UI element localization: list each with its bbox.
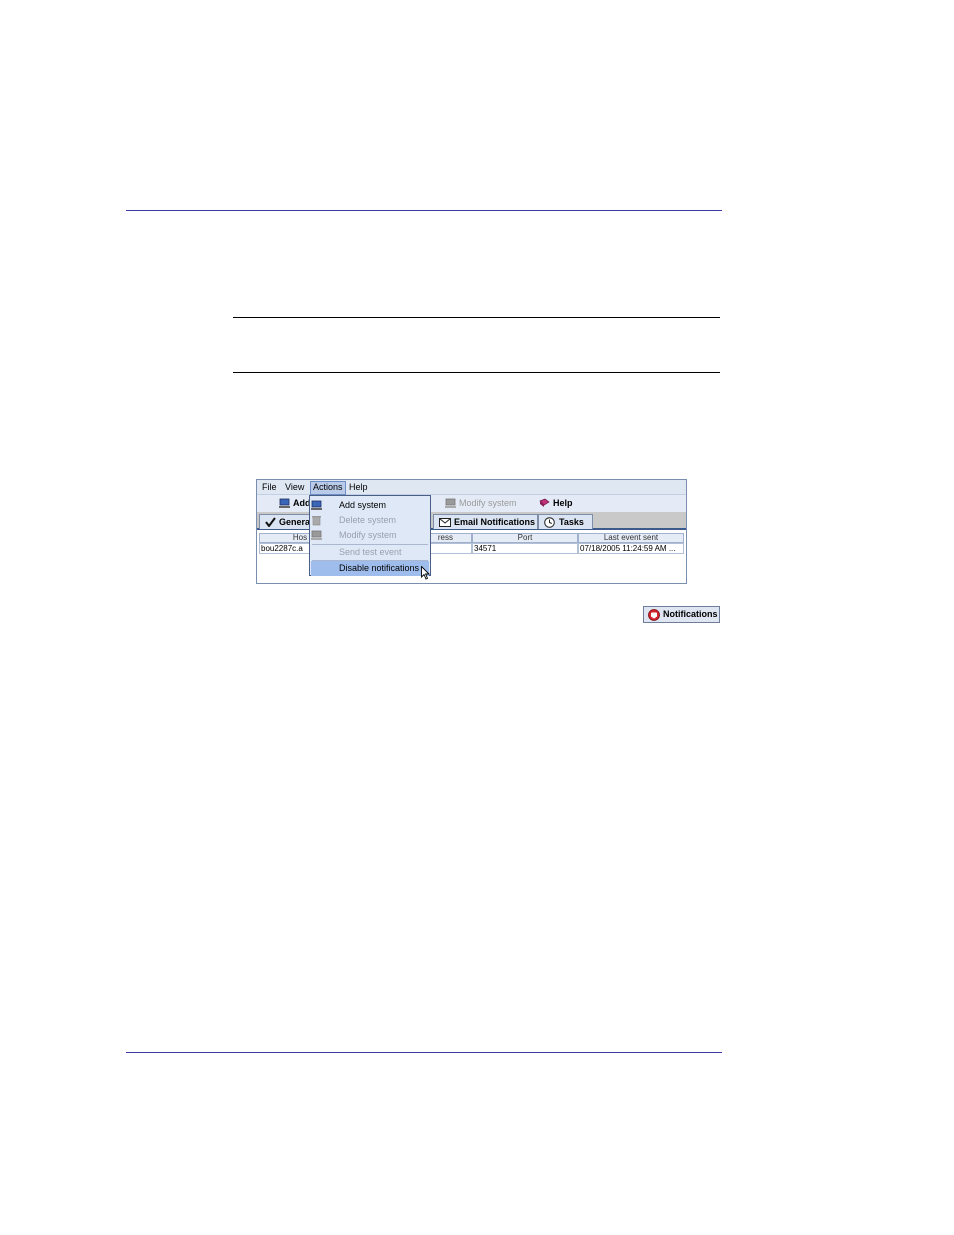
email-icon [439, 517, 451, 527]
menu-help[interactable]: Help [349, 482, 368, 493]
menu-item-disable-notifications-label: Disable notifications [339, 563, 420, 573]
tab-email-notifications[interactable]: Email Notifications [433, 514, 538, 529]
menu-item-disable-notifications[interactable]: Disable notifications [311, 561, 429, 576]
menu-actions[interactable]: Actions [310, 481, 346, 495]
footer-rule [126, 1052, 722, 1053]
menu-item-modify-system[interactable]: Modify system [311, 528, 429, 543]
menu-view[interactable]: View [285, 482, 304, 493]
notifications-button-label: Notifications [663, 609, 718, 619]
clock-icon [544, 516, 555, 528]
app-window-screenshot: File View Actions Help Add Modify system… [256, 479, 687, 584]
menu-item-send-test-event-label: Send test event [339, 547, 402, 557]
actions-dropdown-menu: Add system Delete system Modify system S… [309, 495, 431, 576]
header-rule [126, 210, 722, 211]
menu-file[interactable]: File [262, 482, 277, 493]
column-header-port[interactable]: Port [472, 533, 578, 543]
checkmark-icon [265, 517, 276, 527]
menu-item-add-system-label: Add system [339, 500, 387, 510]
cell-last-event: 07/18/2005 11:24:59 AM ... [578, 543, 684, 554]
menu-item-delete-system[interactable]: Delete system [311, 513, 429, 528]
tab-general[interactable]: Genera [259, 514, 311, 529]
help-book-icon [539, 498, 550, 507]
menu-bar: File View Actions Help [257, 480, 686, 495]
note-rule-bottom [233, 372, 720, 373]
column-header-last-event[interactable]: Last event sent [578, 533, 684, 543]
menu-item-modify-system-label: Modify system [339, 530, 397, 540]
modify-button-label: Modify system [459, 498, 517, 508]
cell-port: 34571 [472, 543, 578, 554]
computer-icon [311, 500, 322, 510]
tab-email-label: Email Notifications [454, 517, 536, 527]
menu-item-delete-system-label: Delete system [339, 515, 397, 525]
help-button[interactable]: Help [539, 497, 573, 509]
add-button-label: Add [293, 498, 311, 508]
computer-icon [311, 530, 322, 540]
computer-icon [445, 498, 456, 508]
modify-system-button[interactable]: Modify system [445, 497, 517, 509]
trash-can-icon [312, 516, 321, 526]
menu-item-send-test-event[interactable]: Send test event [311, 545, 429, 560]
notifications-button[interactable]: Notifications [643, 606, 720, 623]
menu-item-add-system[interactable]: Add system [311, 498, 429, 513]
tab-tasks[interactable]: Tasks [538, 514, 593, 529]
computer-icon [279, 498, 290, 508]
tab-tasks-label: Tasks [559, 517, 584, 527]
notifications-alert-icon [648, 608, 660, 621]
note-rule-top [233, 317, 720, 318]
help-button-label: Help [553, 498, 573, 508]
tab-general-label: Genera [278, 517, 310, 527]
add-system-button[interactable]: Add [279, 497, 311, 509]
mouse-pointer-icon [421, 566, 430, 580]
